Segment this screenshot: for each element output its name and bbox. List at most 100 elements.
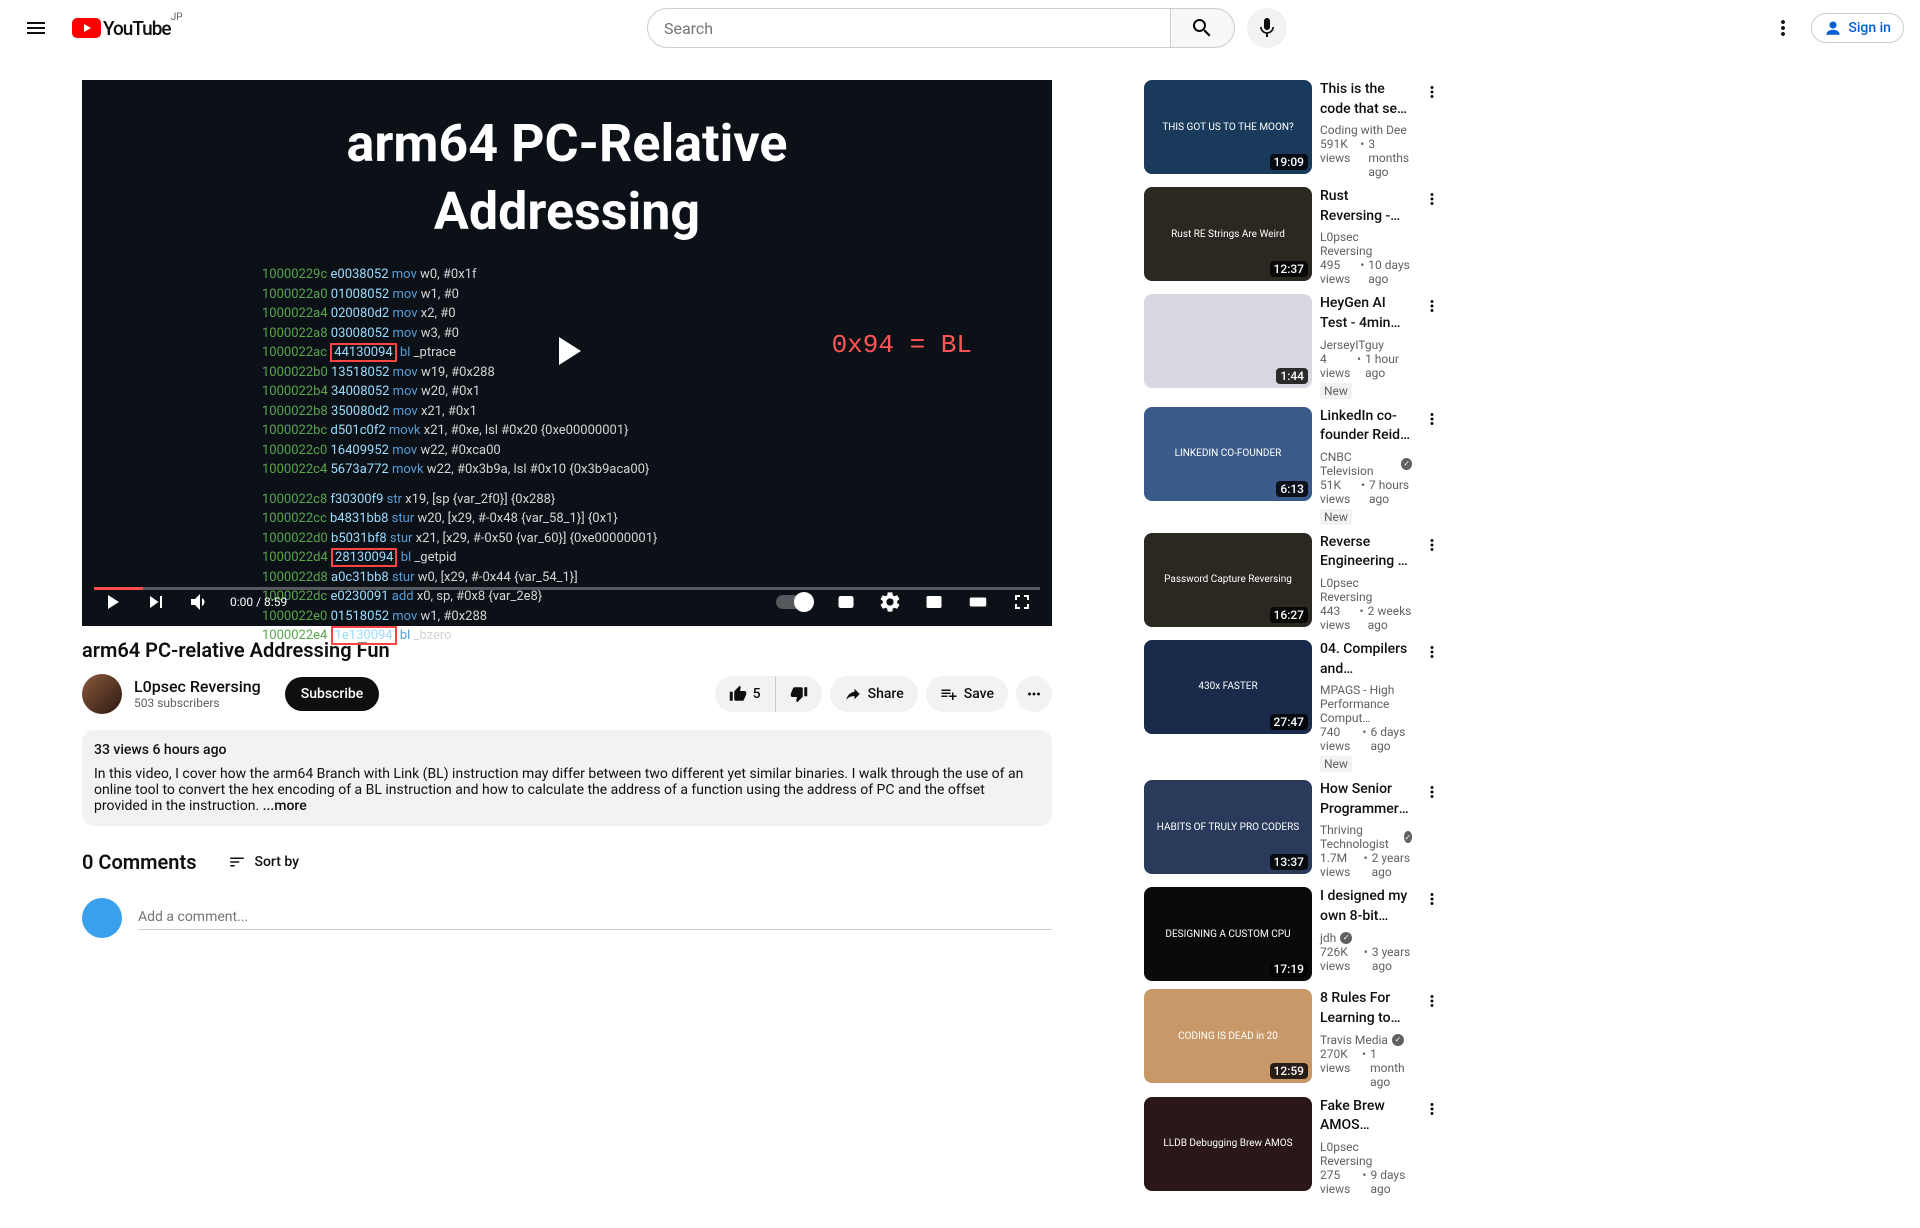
related-menu-button[interactable] <box>1420 887 1444 911</box>
thumbnail-label: THIS GOT US TO THE MOON? <box>1158 118 1297 137</box>
related-menu-button[interactable] <box>1420 780 1444 804</box>
related-channel-name[interactable]: JerseyITguy <box>1320 338 1412 352</box>
more-vertical-icon <box>1423 297 1441 315</box>
related-video-title[interactable]: Reverse Engineering a macOS Password Cap… <box>1320 533 1412 572</box>
play-button[interactable] <box>94 584 130 620</box>
voice-search-button[interactable] <box>1247 8 1287 48</box>
youtube-logo[interactable]: YouTube JP <box>72 17 171 40</box>
fullscreen-button[interactable] <box>1004 584 1040 620</box>
search-input[interactable] <box>647 8 1171 48</box>
like-count: 5 <box>753 686 761 702</box>
related-thumbnail[interactable]: 1:44 <box>1144 294 1312 388</box>
related-video-item: LLDB Debugging Brew AMOS Fake Brew AMOS … <box>1144 1097 1444 1196</box>
new-badge: New <box>1320 756 1352 772</box>
related-channel-name[interactable]: CNBC Television ✓ <box>1320 450 1412 478</box>
theater-button[interactable] <box>960 584 996 620</box>
related-thumbnail[interactable]: LLDB Debugging Brew AMOS <box>1144 1097 1312 1191</box>
related-menu-button[interactable] <box>1420 80 1444 104</box>
related-video-meta: 270K views•1 month ago <box>1320 1047 1412 1089</box>
related-video-title[interactable]: Rust Reversing - Strings Are Weird <box>1320 187 1412 226</box>
asm-line: 1000022b8 350080d2 mov x21, #0x1 <box>262 402 1012 422</box>
related-channel-name[interactable]: L0psec Reversing <box>1320 1140 1412 1168</box>
new-badge: New <box>1320 509 1352 525</box>
related-channel-name[interactable]: MPAGS - High Performance Comput… <box>1320 683 1412 725</box>
related-channel-name[interactable]: L0psec Reversing <box>1320 576 1412 604</box>
settings-menu-button[interactable] <box>1763 8 1803 48</box>
related-video-meta: 726K views•3 years ago <box>1320 945 1412 973</box>
related-thumbnail[interactable]: LINKEDIN CO-FOUNDER 6:13 <box>1144 407 1312 501</box>
related-video-title[interactable]: This is the code that sent Apollo 11 to … <box>1320 80 1412 119</box>
related-menu-button[interactable] <box>1420 1097 1444 1121</box>
play-icon <box>100 590 124 614</box>
miniplayer-button[interactable] <box>916 584 952 620</box>
related-thumbnail[interactable]: Password Capture Reversing 16:27 <box>1144 533 1312 627</box>
related-menu-button[interactable] <box>1420 989 1444 1013</box>
more-actions-button[interactable] <box>1016 676 1052 712</box>
related-video-title[interactable]: 8 Rules For Learning to Code in 2025...a… <box>1320 989 1412 1028</box>
next-icon <box>144 590 168 614</box>
related-channel-name[interactable]: L0psec Reversing <box>1320 230 1412 258</box>
related-channel-name[interactable]: Thriving Technologist ✓ <box>1320 823 1412 851</box>
thumbnail-label <box>1224 337 1232 345</box>
thumbnail-label: Password Capture Reversing <box>1160 570 1296 589</box>
subscribe-button[interactable]: Subscribe <box>285 677 380 711</box>
primary-column: arm64 PC-Relative Addressing 10000229c e… <box>82 80 1052 1204</box>
search-button[interactable] <box>1171 8 1235 48</box>
add-comment-row <box>82 898 1052 938</box>
share-button[interactable]: Share <box>830 676 918 712</box>
logo-text: YouTube <box>103 17 171 40</box>
related-video-meta: 1.7M views•2 years ago <box>1320 851 1412 879</box>
related-video-title[interactable]: HeyGen AI Test - 4min Audio & 2min Video… <box>1320 294 1412 333</box>
hamburger-menu-button[interactable] <box>16 8 56 48</box>
video-description[interactable]: 33 views 6 hours ago In this video, I co… <box>82 730 1052 826</box>
save-label: Save <box>964 686 994 702</box>
channel-name[interactable]: L0psec Reversing <box>134 677 261 696</box>
related-video-title[interactable]: Fake Brew AMOS Infostealer - LLDB Debugg… <box>1320 1097 1412 1136</box>
related-thumbnail[interactable]: DESIGNING A CUSTOM CPU 17:19 <box>1144 887 1312 981</box>
related-menu-button[interactable] <box>1420 407 1444 431</box>
related-video-title[interactable]: How Senior Programmers ACTUALLY Write Co… <box>1320 780 1412 819</box>
show-more-button[interactable]: ...more <box>263 798 307 814</box>
save-button[interactable]: Save <box>926 676 1008 712</box>
autoplay-toggle[interactable] <box>776 595 812 609</box>
more-vertical-icon <box>1423 83 1441 101</box>
related-channel-name[interactable]: Coding with Dee <box>1320 123 1412 137</box>
related-thumbnail[interactable]: CODING IS DEAD in 20 12:59 <box>1144 989 1312 1083</box>
video-player[interactable]: arm64 PC-Relative Addressing 10000229c e… <box>82 80 1052 626</box>
video-duration: 17:19 <box>1270 961 1308 977</box>
related-video-item: LINKEDIN CO-FOUNDER 6:13 LinkedIn co-fou… <box>1144 407 1444 525</box>
related-menu-button[interactable] <box>1420 187 1444 211</box>
comment-input[interactable] <box>138 905 1052 930</box>
volume-button[interactable] <box>182 584 218 620</box>
asm-line: 1000022b0 13518052 mov w19, #0x288 <box>262 363 1012 383</box>
related-thumbnail[interactable]: THIS GOT US TO THE MOON? 19:09 <box>1144 80 1312 174</box>
description-meta: 33 views 6 hours ago <box>94 742 1040 758</box>
play-button-overlay[interactable] <box>543 327 591 379</box>
related-menu-button[interactable] <box>1420 533 1444 557</box>
fullscreen-icon <box>1010 590 1034 614</box>
settings-button[interactable] <box>872 584 908 620</box>
sort-comments-button[interactable]: Sort by <box>228 853 299 871</box>
channel-avatar[interactable] <box>82 674 122 714</box>
related-thumbnail[interactable]: 430x FASTER 27:47 <box>1144 640 1312 734</box>
dislike-button[interactable] <box>775 676 822 712</box>
captions-button[interactable]: CC <box>828 584 864 620</box>
related-channel-name[interactable]: Travis Media ✓ <box>1320 1033 1412 1047</box>
related-video-item: CODING IS DEAD in 20 12:59 8 Rules For L… <box>1144 989 1444 1088</box>
related-video-title[interactable]: I designed my own 8-bit computer just to… <box>1320 887 1412 926</box>
asm-line: 1000022d0 b5031bf8 stur x21, [x29, #-0x5… <box>262 529 1012 549</box>
related-menu-button[interactable] <box>1420 294 1444 318</box>
related-menu-button[interactable] <box>1420 640 1444 664</box>
related-channel-name[interactable]: jdh ✓ <box>1320 931 1412 945</box>
asm-line: 1000022c4 5673a772 movk w22, #0x3b9a, ls… <box>262 460 1012 480</box>
related-video-info: Fake Brew AMOS Infostealer - LLDB Debugg… <box>1320 1097 1412 1196</box>
related-thumbnail[interactable]: Rust RE Strings Are Weird 12:37 <box>1144 187 1312 281</box>
signin-button[interactable]: Sign in <box>1811 13 1904 43</box>
related-thumbnail[interactable]: HABITS OF TRULY PRO CODERS 13:37 <box>1144 780 1312 874</box>
more-horizontal-icon <box>1025 685 1043 703</box>
next-button[interactable] <box>138 584 174 620</box>
related-video-title[interactable]: 04. Compilers and Interpreters [HPC in J… <box>1320 640 1412 679</box>
like-button[interactable]: 5 <box>715 676 775 712</box>
comments-count: 0 Comments <box>82 850 196 874</box>
related-video-title[interactable]: LinkedIn co-founder Reid Hoffman: DeepSe… <box>1320 407 1412 446</box>
